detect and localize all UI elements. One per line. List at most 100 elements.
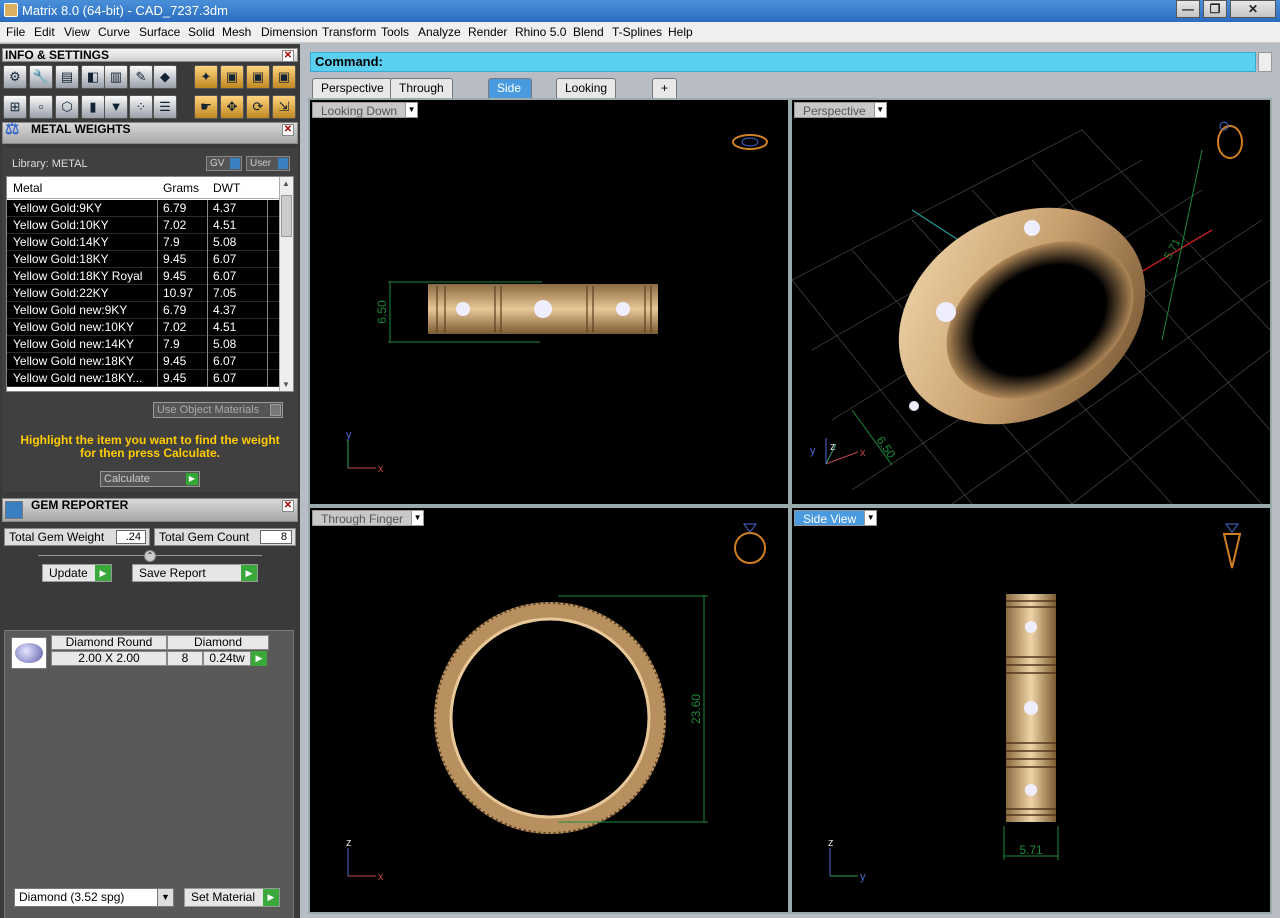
tab-side-view[interactable]: Side View <box>488 78 532 113</box>
move-icon[interactable]: ✥ <box>220 95 244 119</box>
table-row[interactable]: Yellow Gold new:10KY 7.02 4.51 <box>7 319 281 336</box>
col-metal[interactable]: Metal <box>13 181 42 195</box>
menu-surface[interactable]: Surface <box>139 25 180 39</box>
table-row[interactable]: Yellow Gold new:9KY 6.79 4.37 <box>7 302 281 319</box>
list-icon[interactable]: ☰ <box>153 95 177 119</box>
metal-grams: 9.45 <box>163 354 187 368</box>
menu-tsplines[interactable]: T-Splines <box>612 25 662 39</box>
gem-reporter-close-icon[interactable]: ✕ <box>282 500 294 512</box>
table-row[interactable]: Yellow Gold new:18KY... 9.45 6.07 <box>7 370 281 387</box>
gv-toggle[interactable]: GV <box>206 156 242 171</box>
command-label: Command: <box>315 54 383 69</box>
layout2-icon[interactable]: ▣ <box>246 65 270 89</box>
menu-help[interactable]: Help <box>668 25 693 39</box>
edit-icon[interactable]: ✎ <box>129 65 153 89</box>
table-row[interactable]: Yellow Gold:9KY 6.79 4.37 <box>7 200 281 217</box>
set-material-button[interactable]: Set Material ▶ <box>184 888 280 907</box>
layout3-icon[interactable]: ▣ <box>272 65 296 89</box>
dim-width: 6.50 <box>874 434 899 461</box>
menu-solid[interactable]: Solid <box>188 25 215 39</box>
command-scrollbar[interactable] <box>1258 52 1272 72</box>
menu-rhino[interactable]: Rhino 5.0 <box>515 25 566 39</box>
table-row[interactable]: Yellow Gold:14KY 7.9 5.08 <box>7 234 281 251</box>
add-tab-button[interactable]: + <box>652 78 678 98</box>
viewport-perspective[interactable]: Perspective ▼ 6.50 5.71 x y z <box>792 100 1270 504</box>
layout-icon[interactable]: ▣ <box>220 65 244 89</box>
gem-dot <box>456 302 470 316</box>
menu-curve[interactable]: Curve <box>98 25 130 39</box>
metal-name: Yellow Gold new:9KY <box>13 303 128 317</box>
table-row[interactable]: Yellow Gold:18KY Royal 9.45 6.07 <box>7 268 281 285</box>
grid-icon[interactable]: ⊞ <box>3 95 27 119</box>
minimize-button[interactable]: — <box>1176 0 1200 18</box>
command-bar[interactable]: Command: <box>310 52 1256 72</box>
tab-looking-down[interactable]: Looking Down <box>556 78 617 113</box>
info-close-icon[interactable]: ✕ <box>282 50 294 62</box>
table-row[interactable]: Yellow Gold new:14KY 7.9 5.08 <box>7 336 281 353</box>
gem-dot <box>909 401 919 411</box>
gem-dot <box>1024 220 1040 236</box>
play-icon: ▶ <box>186 473 198 485</box>
filter-icon[interactable]: ▼ <box>104 95 128 119</box>
viewport-through-finger[interactable]: Through Finger ▼ 23.60 x z <box>310 508 788 912</box>
wrench-icon[interactable]: 🔧 <box>29 65 53 89</box>
viewport-looking-down[interactable]: Looking Down ▼ 6.50 x y <box>310 100 788 504</box>
tab-perspective[interactable]: Perspective <box>312 78 393 98</box>
gem-dot <box>1025 784 1037 796</box>
settings-icon[interactable]: ⚙ <box>3 65 27 89</box>
viewport-area: Looking Down ▼ 6.50 x y Perspective ▼ 6.… <box>308 98 1272 914</box>
box-icon[interactable]: ⬡ <box>55 95 79 119</box>
col-grams[interactable]: Grams <box>163 181 199 195</box>
menu-blend[interactable]: Blend <box>573 25 604 39</box>
document-icon[interactable]: ▥ <box>104 65 128 89</box>
menu-view[interactable]: View <box>64 25 90 39</box>
gem-icon[interactable]: ◆ <box>153 65 177 89</box>
gem-select-icon[interactable]: ▶ <box>251 651 267 666</box>
scroll-thumb[interactable] <box>281 195 292 237</box>
table-row[interactable]: Yellow Gold:22KY 10.97 7.05 <box>7 285 281 302</box>
brush-icon[interactable]: ✦ <box>194 65 218 89</box>
table-row[interactable]: Yellow Gold:10KY 7.02 4.51 <box>7 217 281 234</box>
gem-count: 8 <box>167 651 203 666</box>
tab-through-finger[interactable]: Through Finger <box>390 78 453 113</box>
square-icon[interactable]: ▫ <box>29 95 53 119</box>
scroll-down-icon[interactable]: ▼ <box>282 380 290 389</box>
cube-icon[interactable]: ◧ <box>81 65 105 89</box>
menu-tools[interactable]: Tools <box>381 25 409 39</box>
menu-transform[interactable]: Transform <box>322 25 376 39</box>
scroll-up-icon[interactable]: ▲ <box>282 179 290 188</box>
menu-file[interactable]: File <box>6 25 25 39</box>
col-dwt[interactable]: DWT <box>213 181 240 195</box>
close-button[interactable]: ✕ <box>1230 0 1276 18</box>
viewport-side-view[interactable]: Side View ▼ 5.71 y z <box>792 508 1270 912</box>
menu-mesh[interactable]: Mesh <box>222 25 251 39</box>
calculate-button[interactable]: Calculate ▶ <box>100 471 200 487</box>
diamond-round-icon[interactable] <box>11 637 47 669</box>
rotate-icon[interactable]: ⟳ <box>246 95 270 119</box>
menu-edit[interactable]: Edit <box>34 25 55 39</box>
metal-weights-close-icon[interactable]: ✕ <box>282 124 294 136</box>
table-row[interactable]: Yellow Gold:18KY 9.45 6.07 <box>7 251 281 268</box>
menu-dimension[interactable]: Dimension <box>261 25 318 39</box>
menu-analyze[interactable]: Analyze <box>418 25 461 39</box>
save-report-button[interactable]: Save Report ▶ <box>132 564 258 582</box>
metal-name: Yellow Gold:18KY <box>13 252 109 266</box>
printer-icon[interactable]: ▤ <box>55 65 79 89</box>
menu-render[interactable]: Render <box>468 25 507 39</box>
hand-icon[interactable]: ☛ <box>194 95 218 119</box>
table-row[interactable]: Yellow Gold new:18KY 9.45 6.07 <box>7 353 281 370</box>
looking-down-scene: 6.50 x y <box>346 134 768 475</box>
save-report-label: Save Report <box>139 566 206 580</box>
column-icon[interactable]: ▮ <box>81 95 105 119</box>
material-select[interactable]: Diamond (3.52 spg) ▼ <box>14 888 174 907</box>
points-icon[interactable]: ⁘ <box>129 95 153 119</box>
update-button[interactable]: Update ▶ <box>42 564 112 582</box>
total-gem-weight-value: .24 <box>116 530 146 544</box>
metal-table-scrollbar[interactable]: ▲ ▼ <box>279 177 293 391</box>
total-gem-count-value: 8 <box>260 530 292 544</box>
maximize-button[interactable]: ❐ <box>1203 0 1227 18</box>
scale-icon[interactable]: ⇲ <box>272 95 296 119</box>
user-toggle[interactable]: User <box>246 156 290 171</box>
use-object-materials-toggle[interactable]: Use Object Materials <box>153 402 283 418</box>
splitter-handle[interactable]: ⌃ <box>144 550 156 562</box>
